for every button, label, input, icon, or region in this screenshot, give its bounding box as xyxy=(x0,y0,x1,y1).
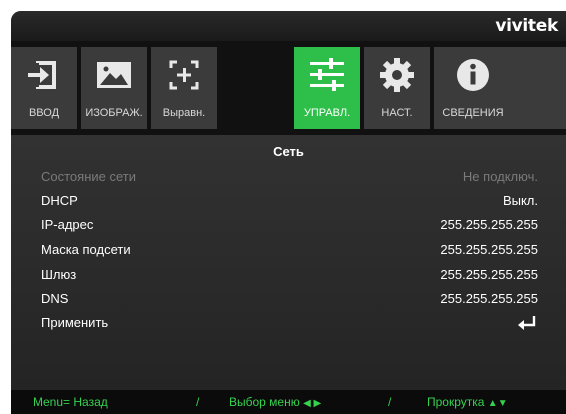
separator: / xyxy=(388,395,392,409)
subnet-mask-row[interactable]: Маска подсети 255.255.255.255 xyxy=(11,240,566,262)
tab-information[interactable]: СВЕДЕНИЯ xyxy=(434,47,566,129)
input-icon xyxy=(11,53,77,99)
network-status-row: Состояние сети Не подключ. xyxy=(11,167,566,189)
brand-logo: vivitek xyxy=(495,16,558,36)
tab-input[interactable]: ВВОД xyxy=(11,47,77,129)
tab-label: ВВОД xyxy=(28,107,60,119)
info-icon xyxy=(434,53,512,99)
separator: / xyxy=(196,395,200,409)
gear-icon xyxy=(364,53,430,99)
row-value[interactable]: 255.255.255.255 xyxy=(440,267,538,282)
row-label: IP-адрес xyxy=(41,217,94,232)
top-bar: vivitek xyxy=(11,11,566,41)
back-hint: Menu= Назад xyxy=(33,395,108,409)
image-icon xyxy=(81,53,147,99)
tab-image[interactable]: ИЗОБРАЖ. xyxy=(81,47,147,129)
scroll-hint: Прокрутка ▲▼ xyxy=(427,395,508,409)
menu-tabs: ВВОД ИЗОБРАЖ. Выравн. УПРАВЛ. НАСТ. СВЕД… xyxy=(11,47,566,129)
row-value: Не подключ. xyxy=(462,169,538,184)
gateway-row[interactable]: Шлюз 255.255.255.255 xyxy=(11,265,566,287)
row-label: DHCP xyxy=(41,193,78,208)
left-right-arrows-icon: ◀ ▶ xyxy=(303,398,322,409)
tab-alignment[interactable]: Выравн. xyxy=(151,47,217,129)
osd-menu: vivitek ВВОД ИЗОБРАЖ. Выравн. УПРАВЛ. НА… xyxy=(11,11,566,414)
tab-settings[interactable]: НАСТ. xyxy=(364,47,430,129)
row-label: Применить xyxy=(41,315,109,330)
tab-label: УПРАВЛ. xyxy=(303,107,351,119)
footer-hints: Menu= Назад / Выбор меню ◀ ▶ / Прокрутка… xyxy=(11,390,566,414)
network-panel: Сеть Состояние сети Не подключ. DHCP Вык… xyxy=(11,135,566,390)
enter-icon[interactable] xyxy=(516,313,538,338)
ip-address-row[interactable]: IP-адрес 255.255.255.255 xyxy=(11,215,566,237)
dhcp-row[interactable]: DHCP Выкл. xyxy=(11,191,566,213)
row-value[interactable]: 255.255.255.255 xyxy=(440,217,538,232)
tab-label: ИЗОБРАЖ. xyxy=(85,107,143,119)
dns-row[interactable]: DNS 255.255.255.255 xyxy=(11,289,566,311)
menu-select-hint: Выбор меню ◀ ▶ xyxy=(229,395,321,409)
row-value[interactable]: 255.255.255.255 xyxy=(440,291,538,306)
apply-row[interactable]: Применить xyxy=(11,313,566,335)
panel-title: Сеть xyxy=(273,144,304,159)
alignment-icon xyxy=(151,53,217,99)
row-label: Шлюз xyxy=(41,267,77,282)
row-label: Состояние сети xyxy=(41,169,136,184)
tab-label: Выравн. xyxy=(162,107,206,119)
row-label: DNS xyxy=(41,291,69,306)
row-value[interactable]: Выкл. xyxy=(503,193,538,208)
tab-label: НАСТ. xyxy=(381,107,413,119)
tab-label: СВЕДЕНИЯ xyxy=(442,107,504,119)
row-value[interactable]: 255.255.255.255 xyxy=(440,242,538,257)
up-down-arrows-icon: ▲▼ xyxy=(487,398,508,409)
tab-control[interactable]: УПРАВЛ. xyxy=(294,47,360,129)
sliders-icon xyxy=(294,53,360,99)
row-label: Маска подсети xyxy=(41,242,131,257)
menu-select-label: Выбор меню xyxy=(229,395,300,409)
scroll-label: Прокрутка xyxy=(427,395,485,409)
